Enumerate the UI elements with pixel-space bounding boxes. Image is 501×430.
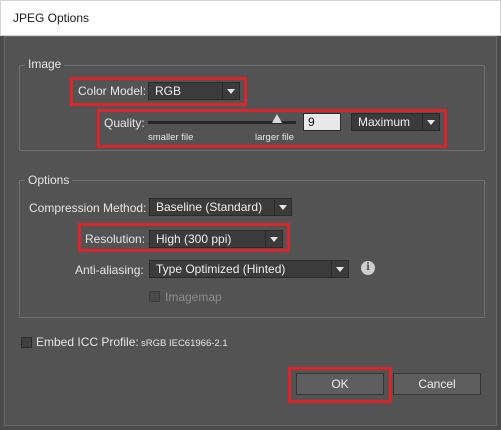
resolution-dropdown[interactable]: High (300 ppi) [149,230,283,248]
quality-preset-dropdown[interactable]: Maximum [351,113,440,131]
color-model-label: Color Model: [78,84,147,98]
chevron-down-icon [274,199,291,215]
resolution-value: High (300 ppi) [156,232,232,246]
info-icon[interactable]: i [361,261,375,275]
compression-method-dropdown[interactable]: Baseline (Standard) [149,198,292,216]
title-bar: JPEG Options [0,0,501,36]
imagemap-label: Imagemap [165,290,222,304]
resolution-label: Resolution: [85,232,146,246]
image-group-label: Image [25,57,65,71]
options-group-label: Options [25,173,73,187]
jpeg-options-dialog: Image Color Model: RGB Quality: smaller … [4,36,497,426]
quality-input[interactable]: 9 [303,113,341,131]
compression-method-value: Baseline (Standard) [156,200,263,214]
embed-icc-label: Embed ICC Profile: [36,335,139,349]
chevron-down-icon [422,114,439,130]
smaller-file-label: smaller file [148,132,194,143]
ok-button[interactable]: OK [296,373,384,395]
anti-aliasing-label: Anti-aliasing: [75,263,144,277]
embed-icc-checkbox[interactable] [21,337,32,348]
color-model-dropdown[interactable]: RGB [148,82,240,100]
anti-aliasing-dropdown[interactable]: Type Optimized (Hinted) [149,260,349,278]
cancel-button[interactable]: Cancel [393,373,481,395]
imagemap-checkbox[interactable] [149,291,160,302]
chevron-down-icon [331,261,348,277]
compression-method-label: Compression Method: [29,201,147,215]
anti-aliasing-value: Type Optimized (Hinted) [156,262,286,276]
quality-slider-thumb[interactable] [272,114,282,123]
quality-label: Quality: [104,116,145,130]
chevron-down-icon [222,83,239,99]
window-title: JPEG Options [13,11,90,25]
color-model-value: RGB [155,84,182,98]
chevron-down-icon [265,231,282,247]
larger-file-label: larger file [255,132,295,143]
icc-profile-name: sRGB IEC61966-2.1 [141,338,228,349]
quality-preset-value: Maximum [358,115,411,129]
